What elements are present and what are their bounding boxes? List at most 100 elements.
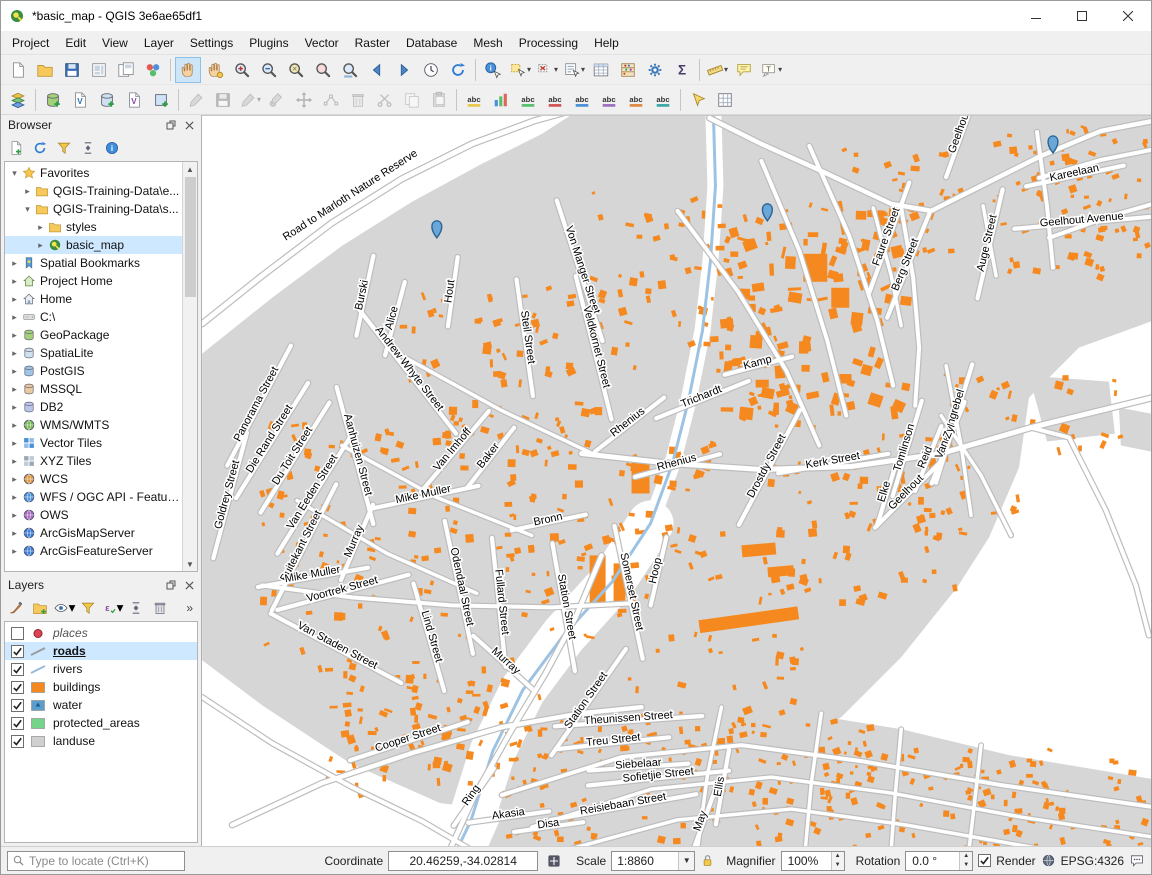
expander-icon[interactable]: ▸ bbox=[9, 420, 20, 431]
layers-toolbar-overflow[interactable]: » bbox=[186, 601, 197, 615]
minimize-button[interactable] bbox=[1013, 1, 1059, 31]
expander-icon[interactable]: ▸ bbox=[22, 186, 33, 197]
expander-icon[interactable]: ▸ bbox=[9, 276, 20, 287]
manage-map-themes-button[interactable]: ▾ bbox=[53, 597, 75, 619]
vertex-tool-button[interactable] bbox=[318, 87, 344, 113]
locate-input[interactable] bbox=[29, 854, 180, 868]
layer-item-buildings[interactable]: buildings bbox=[5, 678, 197, 696]
layer-item-roads[interactable]: roads bbox=[5, 642, 197, 660]
layers-float-button[interactable] bbox=[164, 578, 178, 592]
menu-item-database[interactable]: Database bbox=[398, 32, 465, 54]
browser-float-button[interactable] bbox=[164, 118, 178, 132]
menu-item-vector[interactable]: Vector bbox=[297, 32, 347, 54]
highlight-labels-button[interactable]: abc bbox=[542, 87, 568, 113]
zoom-next-button[interactable] bbox=[391, 57, 417, 83]
maximize-button[interactable] bbox=[1059, 1, 1105, 31]
toggle-editing-button[interactable] bbox=[183, 87, 209, 113]
open-project-button[interactable] bbox=[32, 57, 58, 83]
add-group-button[interactable] bbox=[29, 597, 51, 619]
copy-features-button[interactable] bbox=[399, 87, 425, 113]
layer-visibility-checkbox[interactable] bbox=[11, 699, 24, 712]
browser-item-wfs-ogc-api-feature[interactable]: ▸WFS / OGC API - Feature... bbox=[5, 488, 182, 506]
expander-icon[interactable]: ▸ bbox=[9, 258, 20, 269]
scale-combo[interactable]: 1:8860 ▼ bbox=[611, 851, 695, 871]
browser-item-vector-tiles[interactable]: ▸Vector Tiles bbox=[5, 434, 182, 452]
new-project-button[interactable] bbox=[5, 57, 31, 83]
new-memory-layer-button[interactable] bbox=[148, 87, 174, 113]
cut-features-button[interactable] bbox=[372, 87, 398, 113]
coordinate-box[interactable]: 20.46259,-34.02814 bbox=[388, 851, 538, 871]
extents-toggle-button[interactable] bbox=[543, 850, 565, 872]
scrollbar-thumb[interactable] bbox=[185, 177, 196, 297]
remove-layer-button[interactable] bbox=[149, 597, 171, 619]
browser-item-ows[interactable]: ▸OWS bbox=[5, 506, 182, 524]
field-calculator-button[interactable] bbox=[615, 57, 641, 83]
browser-item-xyz-tiles[interactable]: ▸XYZ Tiles bbox=[5, 452, 182, 470]
scroll-down-icon[interactable]: ▼ bbox=[183, 557, 197, 571]
expander-icon[interactable]: ▸ bbox=[9, 348, 20, 359]
rotate-label-button[interactable]: abc bbox=[623, 87, 649, 113]
layer-visibility-checkbox[interactable] bbox=[11, 735, 24, 748]
open-attribute-table-button[interactable] bbox=[588, 57, 614, 83]
layer-visibility-checkbox[interactable] bbox=[11, 645, 24, 658]
open-layer-styling-button[interactable] bbox=[5, 597, 27, 619]
expander-icon[interactable]: ▸ bbox=[9, 366, 20, 377]
filter-legend-button[interactable] bbox=[77, 597, 99, 619]
expander-icon[interactable]: ▸ bbox=[35, 222, 46, 233]
browser-item-favorites[interactable]: ▾Favorites bbox=[5, 164, 182, 182]
locate-box[interactable] bbox=[7, 851, 185, 871]
layer-visibility-checkbox[interactable] bbox=[11, 681, 24, 694]
layer-diagram-options-button[interactable] bbox=[488, 87, 514, 113]
lock-icon[interactable] bbox=[700, 853, 715, 868]
zoom-in-button[interactable] bbox=[229, 57, 255, 83]
browser-item-arcgisfeatureserver[interactable]: ▸ArcGisFeatureServer bbox=[5, 542, 182, 560]
new-spatialite-layer-button[interactable] bbox=[94, 87, 120, 113]
refresh-browser-button[interactable] bbox=[29, 137, 51, 159]
browser-item-postgis[interactable]: ▸PostGIS bbox=[5, 362, 182, 380]
layer-visibility-checkbox[interactable] bbox=[11, 663, 24, 676]
zoom-out-button[interactable] bbox=[256, 57, 282, 83]
browser-item-qgis-training-data-e[interactable]: ▸QGIS-Training-Data\e... bbox=[5, 182, 182, 200]
browser-item-c[interactable]: ▸C:\ bbox=[5, 308, 182, 326]
expander-icon[interactable]: ▸ bbox=[9, 294, 20, 305]
save-project-button[interactable] bbox=[59, 57, 85, 83]
browser-item-mssql[interactable]: ▸MSSQL bbox=[5, 380, 182, 398]
style-manager-button[interactable] bbox=[140, 57, 166, 83]
browser-item-wms-wmts[interactable]: ▸WMS/WMTS bbox=[5, 416, 182, 434]
select-features-button[interactable]: ▾ bbox=[507, 57, 533, 83]
processing-toolbox-button[interactable] bbox=[642, 57, 668, 83]
statistical-summary-button[interactable]: Σ bbox=[669, 57, 695, 83]
expander-icon[interactable]: ▸ bbox=[9, 510, 20, 521]
browser-item-wcs[interactable]: ▸WCS bbox=[5, 470, 182, 488]
zoom-to-layer-button[interactable] bbox=[337, 57, 363, 83]
layer-visibility-checkbox[interactable] bbox=[11, 627, 24, 640]
show-layout-manager-button[interactable] bbox=[113, 57, 139, 83]
expander-icon[interactable]: ▸ bbox=[9, 492, 20, 503]
expander-icon[interactable]: ▸ bbox=[9, 330, 20, 341]
browser-close-button[interactable] bbox=[182, 118, 196, 132]
new-geopackage-layer-button[interactable] bbox=[40, 87, 66, 113]
browser-item-spatialite[interactable]: ▸SpatiaLite bbox=[5, 344, 182, 362]
expander-icon[interactable]: ▸ bbox=[9, 438, 20, 449]
browser-item-project-home[interactable]: ▸Project Home bbox=[5, 272, 182, 290]
expander-icon[interactable]: ▸ bbox=[9, 528, 20, 539]
expander-icon[interactable]: ▸ bbox=[9, 312, 20, 323]
zoom-to-selection-button[interactable] bbox=[310, 57, 336, 83]
save-layer-edits-button[interactable] bbox=[210, 87, 236, 113]
expander-icon[interactable]: ▸ bbox=[9, 474, 20, 485]
new-virtual-layer-button[interactable]: V bbox=[121, 87, 147, 113]
browser-item-home[interactable]: ▸Home bbox=[5, 290, 182, 308]
pin-labels-button[interactable]: abc bbox=[515, 87, 541, 113]
paste-features-button[interactable] bbox=[426, 87, 452, 113]
select-by-form-button[interactable]: ▾ bbox=[561, 57, 587, 83]
new-shapefile-layer-button[interactable]: V bbox=[67, 87, 93, 113]
expand-all-button[interactable] bbox=[125, 597, 147, 619]
move-annotation-button[interactable] bbox=[685, 87, 711, 113]
filter-browser-button[interactable] bbox=[53, 137, 75, 159]
new-print-layout-button[interactable] bbox=[86, 57, 112, 83]
browser-item-qgis-training-data-s[interactable]: ▾QGIS-Training-Data\s... bbox=[5, 200, 182, 218]
measure-button[interactable]: ▾ bbox=[704, 57, 730, 83]
menu-item-layer[interactable]: Layer bbox=[136, 32, 182, 54]
identify-features-button[interactable]: i bbox=[480, 57, 506, 83]
delete-selected-button[interactable] bbox=[345, 87, 371, 113]
